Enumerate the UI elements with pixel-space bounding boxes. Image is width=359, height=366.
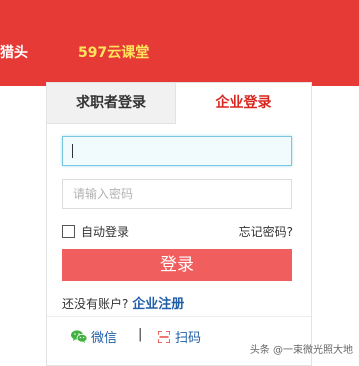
forgot-password-link[interactable]: 忘记密码? — [239, 223, 293, 240]
register-prompt-text: 还没有账户? — [62, 297, 129, 311]
nav-link-headhunter[interactable]: 猎头 — [0, 42, 28, 62]
nav-link-cloud-class[interactable]: 597云课堂 — [78, 42, 149, 62]
wechat-label: 微信 — [91, 331, 118, 346]
password-input[interactable] — [62, 179, 292, 209]
watermark: 头条 @一束微光照大地 — [249, 345, 353, 356]
auto-login-checkbox[interactable] — [62, 224, 75, 238]
login-panel: 求职者登录 企业登录 自动登录 忘记密码? 登录 还没有账户? 企业注册 微信 … — [46, 82, 312, 366]
login-button[interactable]: 登录 — [62, 249, 292, 281]
qr-scan-icon — [158, 330, 170, 343]
register-prompt-line: 还没有账户? 企业注册 — [62, 293, 184, 312]
qr-login-link[interactable]: 扫码 — [158, 327, 201, 346]
divider — [47, 316, 311, 317]
top-nav-bar: 猎头 597云课堂 — [0, 0, 359, 86]
auto-login-label: 自动登录 — [81, 224, 130, 239]
wechat-icon — [71, 330, 87, 343]
qr-label: 扫码 — [175, 331, 202, 346]
company-register-link[interactable]: 企业注册 — [132, 297, 184, 312]
tab-company-login[interactable]: 企业登录 — [176, 83, 311, 123]
text-caret — [72, 144, 73, 158]
wechat-login-link[interactable]: 微信 — [71, 327, 117, 346]
tab-jobseeker-login[interactable]: 求职者登录 — [47, 83, 176, 124]
auto-login-option[interactable]: 自动登录 — [62, 223, 129, 239]
username-input[interactable] — [62, 136, 292, 166]
social-separator: | — [138, 327, 143, 342]
